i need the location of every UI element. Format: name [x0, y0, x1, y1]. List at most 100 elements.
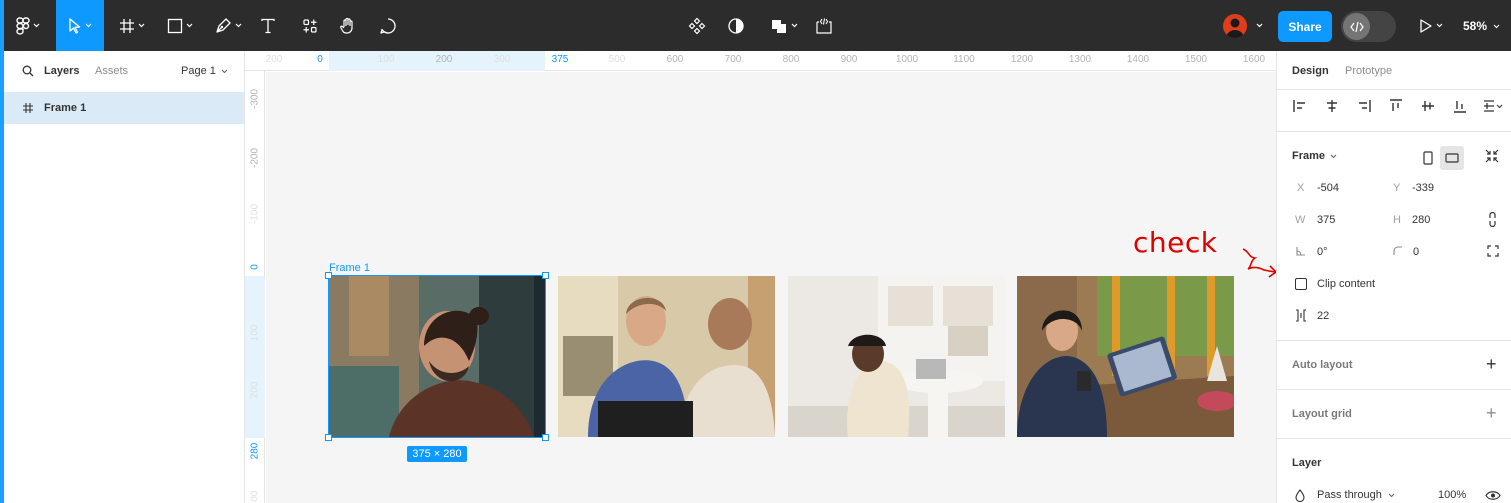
hand-tool-button[interactable] — [335, 0, 361, 51]
opacity-input[interactable]: 100% — [1438, 489, 1466, 501]
tab-layers[interactable]: Layers — [44, 65, 79, 77]
w-label: W — [1295, 214, 1306, 226]
resize-handle-top-left[interactable] — [325, 272, 332, 279]
align-horizontal-center-icon[interactable] — [1324, 98, 1340, 114]
toolbar: Share 58% — [0, 0, 1511, 51]
main-menu-button[interactable] — [8, 0, 48, 51]
search-icon[interactable] — [22, 65, 34, 77]
share-button[interactable]: Share — [1278, 11, 1332, 42]
chevron-down-icon[interactable] — [1256, 23, 1263, 28]
divider — [1277, 389, 1511, 390]
ruler-tick: 375 — [551, 54, 569, 65]
resources-button[interactable] — [297, 0, 323, 51]
rotation-input[interactable]: 0° — [1317, 246, 1328, 258]
code-icon — [1349, 21, 1364, 32]
corner-radius-input[interactable]: 0 — [1413, 246, 1419, 258]
chevron-down-icon — [791, 23, 798, 28]
ruler-tick: 1500 — [1184, 54, 1208, 65]
add-auto-layout-button[interactable]: + — [1486, 355, 1497, 373]
resize-handle-top-right[interactable] — [542, 272, 549, 279]
text-tool-button[interactable] — [255, 0, 281, 51]
boolean-union-icon — [772, 19, 786, 33]
chevron-down-icon — [85, 23, 92, 28]
components-icon — [303, 18, 317, 33]
clip-content-label[interactable]: Clip content — [1317, 278, 1375, 290]
move-tool-button[interactable] — [56, 0, 104, 51]
shape-tool-button[interactable] — [158, 0, 202, 51]
chevron-down-icon — [1436, 23, 1443, 28]
boolean-ops-button[interactable] — [764, 0, 804, 51]
portrait-button[interactable] — [1416, 146, 1440, 170]
resize-handle-bottom-left[interactable] — [325, 434, 332, 441]
align-bottom-icon[interactable] — [1452, 98, 1468, 114]
mask-button[interactable] — [723, 0, 749, 51]
play-icon — [1420, 18, 1432, 33]
ruler-tick: 100 — [249, 324, 261, 342]
x-label: X — [1297, 182, 1305, 194]
add-layout-grid-button[interactable]: + — [1486, 404, 1497, 422]
ruler-tick: 200 — [265, 54, 283, 65]
present-button[interactable] — [1414, 0, 1448, 51]
tab-assets[interactable]: Assets — [95, 65, 128, 77]
landscape-button[interactable] — [1440, 146, 1464, 170]
frame-section-label: Frame — [1292, 150, 1326, 162]
create-component-button[interactable] — [684, 0, 710, 51]
user-avatar[interactable] — [1223, 14, 1247, 38]
resize-to-fit-icon[interactable] — [1485, 149, 1499, 163]
page-selector[interactable]: Page 1 — [181, 65, 228, 77]
ruler-tick: -200 — [249, 147, 261, 169]
pen-tool-button[interactable] — [206, 0, 250, 51]
frame-tool-button[interactable] — [110, 0, 154, 51]
resize-handle-bottom-right[interactable] — [542, 434, 549, 441]
frame-section-title[interactable]: Frame — [1292, 150, 1337, 162]
ruler-tick: 800 — [782, 54, 800, 65]
ruler-tick: 200 — [435, 54, 453, 65]
corner-radius-icon — [1393, 246, 1402, 255]
y-input[interactable]: -339 — [1412, 182, 1434, 194]
selection-size-badge: 375 × 280 — [407, 446, 467, 462]
annotation-arrow-icon — [1242, 248, 1278, 278]
zoom-level-menu[interactable]: 58% — [1463, 19, 1500, 33]
image-woman-with-tablet[interactable] — [1017, 276, 1234, 437]
hand-icon — [340, 17, 353, 34]
tab-design[interactable]: Design — [1292, 65, 1329, 77]
page-selector-label: Page 1 — [181, 65, 216, 77]
visibility-eye-icon[interactable] — [1485, 490, 1501, 501]
x-input[interactable]: -504 — [1317, 182, 1339, 194]
ruler-tick: 0 — [317, 54, 323, 65]
independent-corners-icon[interactable] — [1487, 245, 1499, 257]
ruler-tick: -100 — [249, 203, 261, 225]
image-men-at-laptop[interactable] — [558, 276, 775, 437]
ruler-tick: 400 — [249, 490, 261, 503]
align-vertical-center-icon[interactable] — [1420, 98, 1436, 114]
dev-mode-toggle[interactable] — [1341, 11, 1396, 42]
crop-button[interactable] — [811, 0, 837, 51]
image-woman-at-table[interactable] — [788, 276, 1005, 437]
tab-prototype[interactable]: Prototype — [1345, 65, 1392, 77]
layer-item-frame-1[interactable]: Frame 1 — [4, 92, 244, 124]
left-panel-tabs: Layers Assets Page 1 — [4, 51, 244, 91]
mask-icon — [728, 17, 744, 34]
width-input[interactable]: 375 — [1317, 214, 1335, 226]
design-panel: Design Prototype Frame X -504 Y -339 W 3… — [1276, 51, 1511, 503]
divider — [1277, 340, 1511, 341]
align-top-icon[interactable] — [1388, 98, 1404, 114]
align-left-icon[interactable] — [1292, 98, 1308, 114]
clip-content-checkbox[interactable] — [1295, 278, 1307, 290]
divider — [1277, 131, 1511, 132]
ruler-tick: 1400 — [1126, 54, 1150, 65]
chevron-down-icon — [235, 23, 241, 28]
ruler-tick: 0 — [249, 264, 261, 270]
spacing-input[interactable]: 22 — [1317, 310, 1329, 322]
comment-tool-button[interactable] — [375, 0, 401, 51]
annotation-check-text: check — [1133, 226, 1218, 259]
frame-icon — [120, 18, 134, 33]
height-input[interactable]: 280 — [1412, 214, 1430, 226]
selection-bounding-box[interactable] — [328, 275, 546, 438]
align-right-icon[interactable] — [1356, 98, 1372, 114]
chevron-down-icon — [1388, 493, 1395, 497]
blend-mode-select[interactable]: Pass through — [1317, 489, 1395, 501]
distribute-icon[interactable] — [1482, 98, 1504, 114]
frame-name-label[interactable]: Frame 1 — [329, 262, 370, 274]
constrain-proportions-icon[interactable] — [1488, 212, 1497, 227]
